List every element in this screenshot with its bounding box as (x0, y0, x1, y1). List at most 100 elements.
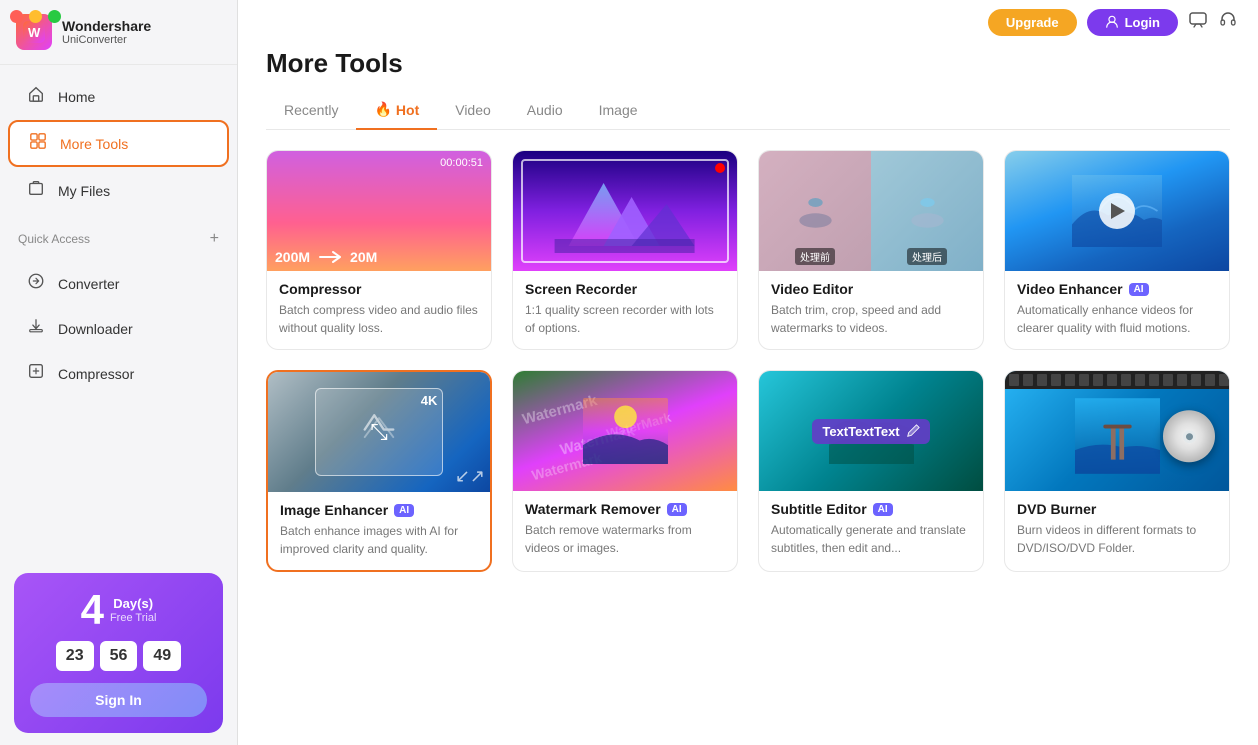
play-overlay (1005, 151, 1229, 271)
card-body-video-enhancer: Video Enhancer AI Automatically enhance … (1005, 271, 1229, 349)
page-title: More Tools (266, 48, 1230, 79)
trial-days-label: Day(s) (110, 596, 156, 613)
compressor-sizes: 200M 20M (275, 249, 483, 265)
headset-icon[interactable] (1218, 10, 1238, 35)
sidebar: W Wondershare UniConverter Home More Too… (0, 0, 238, 745)
card-title-compressor: Compressor (279, 281, 479, 297)
trial-days-number: 4 (81, 589, 104, 631)
card-img-watermark-remover: Watermark Watermark WaterMark Watermark (513, 371, 737, 491)
tab-video[interactable]: Video (437, 93, 509, 130)
card-img-screen-recorder (513, 151, 737, 271)
compressor-timer: 00:00:51 (275, 157, 483, 169)
quick-access-label: Quick Access (18, 232, 90, 246)
card-watermark-remover[interactable]: Watermark Watermark WaterMark Watermark (512, 370, 738, 572)
card-desc-screen-recorder: 1:1 quality screen recorder with lots of… (525, 301, 725, 337)
card-desc-dvd-burner: Burn videos in different formats to DVD/… (1017, 521, 1217, 557)
card-desc-subtitle-editor: Automatically generate and translate sub… (771, 521, 971, 557)
trial-minutes: 56 (100, 641, 138, 671)
sidebar-item-my-files[interactable]: My Files (8, 169, 229, 212)
quick-access-nav: Converter Downloader Compressor (0, 252, 237, 405)
sidebar-label-home: Home (58, 89, 95, 105)
sidebar-label-converter: Converter (58, 276, 119, 292)
card-body-watermark-remover: Watermark Remover AI Batch remove waterm… (513, 491, 737, 569)
card-video-editor[interactable]: 处理前 处理后 (758, 150, 984, 350)
ai-badge-image-enhancer: AI (394, 504, 414, 517)
cards-grid: 00:00:51 200M 20M Compressor Batch compr… (238, 130, 1258, 745)
trial-box: 4 Day(s) Free Trial 23 56 49 Sign In (14, 573, 223, 733)
app-subname: UniConverter (62, 34, 151, 46)
card-desc-compressor: Batch compress video and audio files wit… (279, 301, 479, 337)
login-button[interactable]: Login (1087, 9, 1178, 36)
tab-audio[interactable]: Audio (509, 93, 581, 130)
card-img-image-enhancer: 4K ⤡ ↙↗ (268, 372, 490, 492)
resize-arrows-icon: ⤡ (370, 419, 388, 445)
card-title-watermark-remover: Watermark Remover AI (525, 501, 725, 517)
rec-dot (715, 163, 725, 173)
tab-hot[interactable]: 🔥 Hot (356, 93, 437, 130)
chat-icon[interactable] (1188, 10, 1208, 35)
my-files-icon (26, 179, 46, 202)
card-desc-video-enhancer: Automatically enhance videos for clearer… (1017, 301, 1217, 337)
card-title-image-enhancer: Image Enhancer AI (280, 502, 478, 518)
badge-4k: 4K (421, 393, 438, 408)
card-body-dvd-burner: DVD Burner Burn videos in different form… (1005, 491, 1229, 569)
tab-recently[interactable]: Recently (266, 93, 356, 130)
tab-recently-label: Recently (284, 102, 338, 118)
close-button[interactable] (10, 10, 23, 23)
after-label: 处理后 (907, 248, 947, 265)
card-title-video-enhancer: Video Enhancer AI (1017, 281, 1217, 297)
card-title-subtitle-editor: Subtitle Editor AI (771, 501, 971, 517)
trial-free-label: Free Trial (110, 612, 156, 624)
before-label: 处理前 (795, 248, 835, 265)
sidebar-label-downloader: Downloader (58, 321, 133, 337)
sidebar-item-more-tools[interactable]: More Tools (8, 120, 229, 167)
card-body-screen-recorder: Screen Recorder 1:1 quality screen recor… (513, 271, 737, 349)
card-img-video-editor: 处理前 处理后 (759, 151, 983, 271)
trial-hours: 23 (56, 641, 94, 671)
card-screen-recorder[interactable]: Screen Recorder 1:1 quality screen recor… (512, 150, 738, 350)
card-body-subtitle-editor: Subtitle Editor AI Automatically generat… (759, 491, 983, 569)
card-subtitle-editor[interactable]: TextTextText Subtitle Editor AI Automati… (758, 370, 984, 572)
play-button (1099, 193, 1135, 229)
tab-hot-label: Hot (396, 102, 419, 118)
app-name: Wondershare (62, 18, 151, 35)
sidebar-label-more-tools: More Tools (60, 136, 128, 152)
card-desc-watermark-remover: Batch remove watermarks from videos or i… (525, 521, 725, 557)
sidebar-item-converter[interactable]: Converter (8, 262, 229, 305)
tab-audio-label: Audio (527, 102, 563, 118)
downloader-icon (26, 317, 46, 340)
maximize-button[interactable] (48, 10, 61, 23)
card-image-enhancer[interactable]: 4K ⤡ ↙↗ Image Enhancer AI (266, 370, 492, 572)
size-to: 20M (350, 249, 377, 265)
sidebar-item-downloader[interactable]: Downloader (8, 307, 229, 350)
svg-text:W: W (28, 25, 41, 40)
card-video-enhancer[interactable]: Video Enhancer AI Automatically enhance … (1004, 150, 1230, 350)
ai-badge-watermark-remover: AI (667, 503, 687, 516)
card-img-dvd-burner (1005, 371, 1229, 491)
compressor-icon (26, 362, 46, 385)
tabs: Recently 🔥 Hot Video Audio Image (266, 93, 1230, 130)
minimize-button[interactable] (29, 10, 42, 23)
converter-icon (26, 272, 46, 295)
card-body-video-editor: Video Editor Batch trim, crop, speed and… (759, 271, 983, 349)
fire-icon: 🔥 (374, 101, 391, 118)
ai-badge-video-enhancer: AI (1129, 283, 1149, 296)
tab-image[interactable]: Image (581, 93, 656, 130)
quick-access-section: Quick Access + (0, 222, 237, 252)
card-body-image-enhancer: Image Enhancer AI Batch enhance images w… (268, 492, 490, 570)
card-img-subtitle-editor: TextTextText (759, 371, 983, 491)
tab-image-label: Image (599, 102, 638, 118)
more-tools-icon (28, 132, 48, 155)
tab-video-label: Video (455, 102, 491, 118)
card-desc-video-editor: Batch trim, crop, speed and add watermar… (771, 301, 971, 337)
upgrade-button[interactable]: Upgrade (988, 9, 1077, 36)
card-dvd-burner[interactable]: DVD Burner Burn videos in different form… (1004, 370, 1230, 572)
card-body-compressor: Compressor Batch compress video and audi… (267, 271, 491, 349)
sidebar-label-compressor: Compressor (58, 366, 134, 382)
card-compressor[interactable]: 00:00:51 200M 20M Compressor Batch compr… (266, 150, 492, 350)
sign-in-button[interactable]: Sign In (30, 683, 207, 717)
sidebar-item-compressor[interactable]: Compressor (8, 352, 229, 395)
add-quick-access-button[interactable]: + (210, 230, 219, 248)
size-from: 200M (275, 249, 310, 265)
sidebar-item-home[interactable]: Home (8, 75, 229, 118)
